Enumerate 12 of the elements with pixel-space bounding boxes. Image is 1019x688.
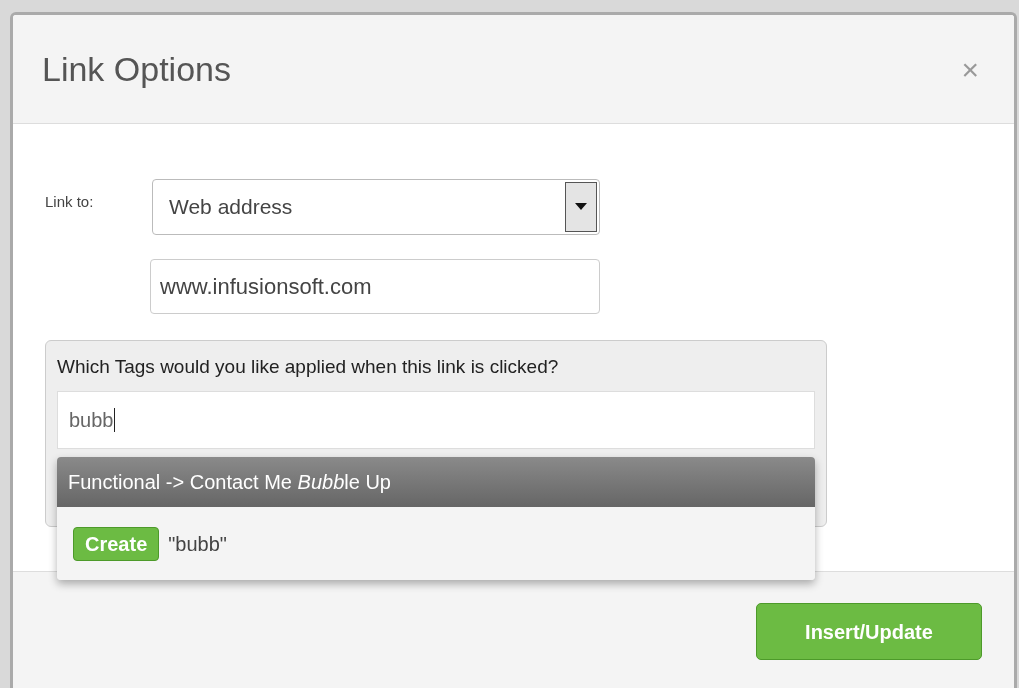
insert-update-button[interactable]: Insert/Update — [756, 603, 982, 660]
text-cursor — [113, 407, 115, 432]
link-type-select[interactable]: Web address — [152, 179, 600, 235]
create-button[interactable]: Create — [73, 526, 160, 561]
url-field[interactable]: www.infusionsoft.com — [150, 259, 600, 314]
dialog-title: Link Options — [42, 48, 231, 90]
create-tag-text: "bubb" — [168, 531, 227, 557]
suggestion-item[interactable]: Functional -> Contact Me Bubble Up — [57, 457, 815, 507]
field-label: Link to: — [45, 192, 95, 212]
tags-question: Which Tags would you like applied when this link is clicked? — [57, 355, 560, 379]
tag-input-field[interactable]: bubb — [57, 390, 815, 449]
close-button[interactable]: × — [957, 46, 983, 92]
